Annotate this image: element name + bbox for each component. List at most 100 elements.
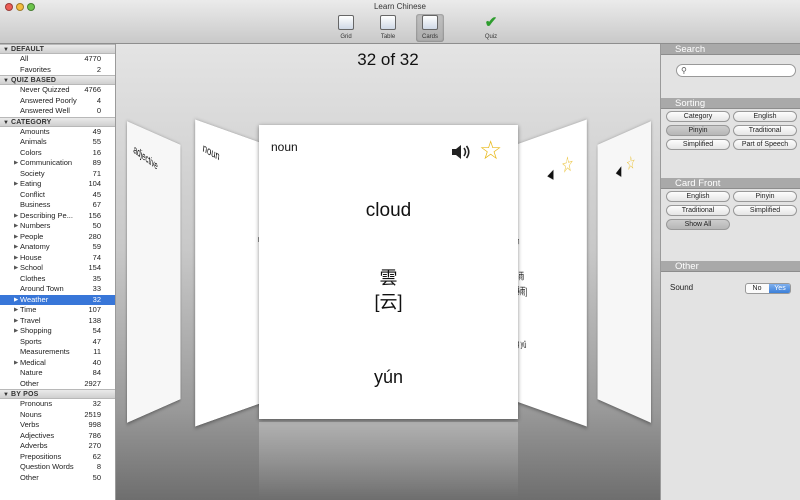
- sidebar-item[interactable]: Amounts 49: [0, 127, 115, 138]
- sort-category-button[interactable]: Category: [666, 111, 730, 122]
- sidebar-item[interactable]: Other 2927: [0, 379, 115, 390]
- sidebar-item[interactable]: Clothes 35: [0, 274, 115, 285]
- expand-triangle-icon[interactable]: ▶: [14, 316, 18, 327]
- sidebar-item-count: 32: [92, 399, 101, 408]
- sound-no-option[interactable]: No: [746, 284, 768, 293]
- sidebar-item-count: 55: [92, 137, 101, 146]
- sidebar-item[interactable]: Conflict 45: [0, 190, 115, 201]
- expand-triangle-icon[interactable]: ▶: [14, 263, 18, 274]
- expand-triangle-icon[interactable]: ▶: [14, 326, 18, 337]
- expand-triangle-icon[interactable]: ▶: [14, 179, 18, 190]
- sound-toggle[interactable]: No Yes: [745, 283, 791, 294]
- sidebar-item[interactable]: ▶ Shopping 54: [0, 326, 115, 337]
- sidebar-item-label: Clothes: [20, 273, 46, 283]
- expand-triangle-icon[interactable]: ▶: [14, 211, 18, 222]
- sidebar-item[interactable]: Answered Well 0: [0, 106, 115, 117]
- sidebar-item[interactable]: Nature 84: [0, 368, 115, 379]
- sidebar-item[interactable]: Adverbs 270: [0, 441, 115, 452]
- sidebar-item[interactable]: Pronouns 32: [0, 399, 115, 410]
- expand-triangle-icon[interactable]: ▶: [14, 295, 18, 306]
- favorite-star-icon[interactable]: ☆: [479, 137, 502, 163]
- expand-triangle-icon[interactable]: ▶: [14, 221, 18, 232]
- sidebar-item-count: 35: [92, 273, 101, 283]
- card-pinyin: yún: [373, 367, 404, 387]
- sort-pinyin-button[interactable]: Pinyin: [666, 125, 730, 136]
- speaker-icon[interactable]: [450, 143, 472, 161]
- sidebar-item[interactable]: ▶ Time 107: [0, 305, 115, 316]
- sidebar-item[interactable]: Favorites 2: [0, 65, 115, 76]
- sidebar-item-label: Nature: [20, 368, 43, 377]
- sidebar-item[interactable]: Answered Poorly 4: [0, 96, 115, 107]
- sidebar-item[interactable]: ▶ Travel 138: [0, 316, 115, 327]
- sidebar-item[interactable]: ▶ Communication 89: [0, 158, 115, 169]
- sidebar-item[interactable]: Verbs 998: [0, 420, 115, 431]
- toolbar-table-button[interactable]: Table: [374, 14, 402, 42]
- sidebar-item[interactable]: Never Quizzed 4766: [0, 85, 115, 96]
- expand-triangle-icon[interactable]: ▶: [14, 242, 18, 253]
- window-titlebar: Learn Chinese Grid Table Cards ✔ Quiz: [0, 0, 800, 44]
- cards-icon: [422, 15, 438, 30]
- front-show-all-button[interactable]: Show All: [666, 219, 730, 230]
- sidebar-item[interactable]: Other 50: [0, 473, 115, 484]
- sidebar-item[interactable]: Animals 55: [0, 137, 115, 148]
- card-reflection: [259, 422, 518, 500]
- sidebar-item[interactable]: ▶ Eating 104: [0, 179, 115, 190]
- front-simplified-button[interactable]: Simplified: [733, 205, 797, 216]
- sidebar-item-label: Animals: [20, 137, 47, 146]
- front-pinyin-button[interactable]: Pinyin: [733, 191, 797, 202]
- sort-english-button[interactable]: English: [733, 111, 797, 122]
- sidebar-item[interactable]: Adjectives 786: [0, 431, 115, 442]
- sidebar-item-label: Shopping: [20, 326, 52, 335]
- sidebar-item[interactable]: Colors 16: [0, 148, 115, 159]
- side-card-near-right[interactable]: ◀ ☆ rm 暴雨 [暴雨] ng yǔ: [512, 119, 587, 427]
- sidebar-section-title: BY POS: [11, 391, 39, 398]
- sidebar-item[interactable]: ▶ Anatomy 59: [0, 242, 115, 253]
- sidebar-item[interactable]: Prepositions 62: [0, 452, 115, 463]
- toolbar-quiz-button[interactable]: ✔ Quiz: [477, 14, 505, 42]
- toolbar-quiz-label: Quiz: [484, 34, 498, 40]
- sidebar-section-header[interactable]: ▼ CATEGORY: [0, 116, 115, 127]
- expand-triangle-icon[interactable]: ▶: [14, 253, 18, 264]
- expand-triangle-icon[interactable]: ▶: [14, 358, 18, 369]
- sidebar-item[interactable]: Measurements 11: [0, 347, 115, 358]
- sidebar-section-header[interactable]: ▼ DEFAULT: [0, 44, 115, 54]
- expand-triangle-icon[interactable]: ▶: [14, 232, 18, 243]
- sidebar-item[interactable]: ▶ Describing Pe... 156: [0, 211, 115, 222]
- sidebar-item-count: 32: [92, 294, 101, 304]
- sort-simplified-button[interactable]: Simplified: [666, 139, 730, 150]
- front-traditional-button[interactable]: Traditional: [666, 205, 730, 216]
- sidebar-item[interactable]: Society 71: [0, 169, 115, 180]
- sidebar-item[interactable]: ▶ House 74: [0, 253, 115, 264]
- sidebar-section-header[interactable]: ▼ QUIZ BASED: [0, 75, 115, 85]
- search-header: Search: [661, 44, 800, 55]
- toolbar-grid-button[interactable]: Grid: [332, 14, 360, 42]
- sidebar-item[interactable]: Nouns 2519: [0, 410, 115, 421]
- sidebar-item[interactable]: Sports 47: [0, 337, 115, 348]
- sidebar-item[interactable]: ▶ Numbers 50: [0, 221, 115, 232]
- toolbar-cards-button[interactable]: Cards: [416, 14, 444, 42]
- sidebar-item[interactable]: ▶ People 280: [0, 232, 115, 243]
- sound-yes-option[interactable]: Yes: [769, 284, 790, 293]
- sidebar-item-count: 33: [92, 284, 101, 293]
- expand-triangle-icon[interactable]: ▶: [14, 158, 18, 169]
- sidebar-item[interactable]: All 4770: [0, 54, 115, 65]
- sidebar-item-label: Favorites: [20, 64, 51, 74]
- front-english-button[interactable]: English: [666, 191, 730, 202]
- side-card-far-left[interactable]: adjective: [127, 121, 181, 423]
- sort-part-of-speech-button[interactable]: Part of Speech: [733, 139, 797, 150]
- sidebar-section-header[interactable]: ▼ BY POS: [0, 389, 115, 399]
- side-card-far-right[interactable]: ◀ ☆: [597, 121, 651, 423]
- sidebar-item[interactable]: Question Words 8: [0, 462, 115, 473]
- star-icon: ☆: [626, 151, 636, 175]
- sidebar-item[interactable]: Around Town 33: [0, 284, 115, 295]
- sidebar-item[interactable]: ▶ Weather 32: [0, 294, 115, 306]
- flash-card[interactable]: noun ☆ cloud 雲 [云] yún: [259, 125, 518, 419]
- sidebar-item-label: Communication: [20, 158, 73, 167]
- sidebar-item-label: Conflict: [20, 189, 46, 199]
- sidebar-item[interactable]: Business 67: [0, 200, 115, 211]
- sidebar-item[interactable]: ▶ School 154: [0, 263, 115, 274]
- search-input[interactable]: ⚲: [676, 64, 796, 77]
- sort-traditional-button[interactable]: Traditional: [733, 125, 797, 136]
- sidebar-item[interactable]: ▶ Medical 40: [0, 358, 115, 369]
- expand-triangle-icon[interactable]: ▶: [14, 305, 18, 316]
